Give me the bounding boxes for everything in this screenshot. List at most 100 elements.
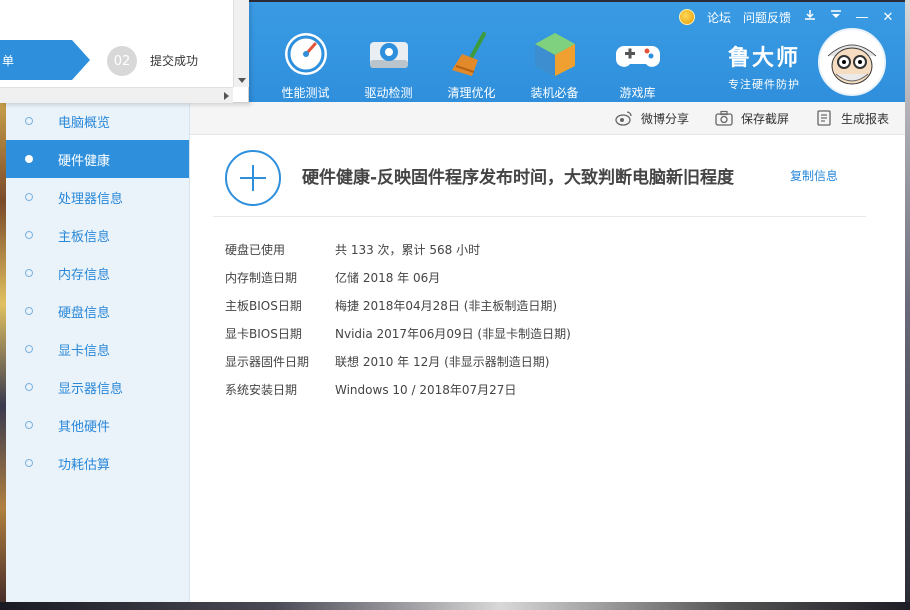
nav-label: 清理优化 xyxy=(447,86,496,100)
info-row: 主板BIOS日期 梅捷 2018年04月28日 (非主板制造日期) xyxy=(225,291,571,319)
camera-icon xyxy=(715,110,733,126)
dialog-horizontal-scrollbar[interactable] xyxy=(0,87,233,103)
sidebar-item-label: 处理器信息 xyxy=(58,191,124,207)
weibo-share-button[interactable]: 微博分享 xyxy=(615,110,689,127)
bullet-icon xyxy=(25,307,33,315)
sidebar-item-label: 硬件健康 xyxy=(58,153,111,169)
info-value: 共 133 次，累计 568 小时 xyxy=(335,242,481,257)
mascot-icon xyxy=(820,30,884,94)
bullet-icon xyxy=(25,269,33,277)
sidebar-item-overview[interactable]: 电脑概览 xyxy=(6,102,189,140)
box-icon xyxy=(534,33,575,76)
close-button[interactable]: ✕ xyxy=(881,10,895,25)
brand-slogan: 专注硬件防护 xyxy=(728,78,800,91)
speedometer-icon xyxy=(284,33,327,75)
step-2-label: 提交成功 xyxy=(150,54,199,68)
info-key: 硬盘已使用 xyxy=(225,242,286,257)
info-row: 硬盘已使用 共 133 次，累计 568 小时 xyxy=(225,235,571,263)
medal-icon[interactable] xyxy=(678,9,695,25)
generate-report-button[interactable]: 生成报表 xyxy=(815,110,889,127)
info-value: Nvidia 2017年06月09日 (非显卡制造日期) xyxy=(335,326,571,341)
info-value: Windows 10 / 2018年07月27日 xyxy=(335,382,517,397)
bullet-icon xyxy=(25,459,33,467)
minimize-button[interactable]: — xyxy=(855,10,869,25)
sidebar-item-power[interactable]: 功耗估算 xyxy=(6,444,189,482)
download-icon[interactable] xyxy=(803,9,817,25)
nav-label: 驱动检测 xyxy=(364,86,413,100)
info-key: 内存制造日期 xyxy=(225,270,298,285)
background-bottom-strip xyxy=(0,602,910,610)
bullet-icon xyxy=(25,421,33,429)
sidebar-item-label: 主板信息 xyxy=(58,229,111,245)
brand-name: 鲁大师 xyxy=(728,46,801,71)
nav-clean-optimize[interactable]: 清理优化 xyxy=(430,30,513,101)
bullet-icon xyxy=(25,117,33,125)
sidebar-item-other[interactable]: 其他硬件 xyxy=(6,406,189,444)
driver-gear-icon xyxy=(369,42,408,68)
sidebar-item-label: 其他硬件 xyxy=(58,419,111,435)
sidebar: 电脑概览 硬件健康 处理器信息 主板信息 内存信息 硬盘信息 显卡信息 显示器信… xyxy=(6,102,190,602)
nav-essentials[interactable]: 装机必备 xyxy=(513,30,596,101)
sidebar-item-hardware-health[interactable]: 硬件健康 xyxy=(6,140,189,178)
nav-label: 性能测试 xyxy=(281,86,330,100)
sidebar-item-memory[interactable]: 内存信息 xyxy=(6,254,189,292)
info-key: 系统安装日期 xyxy=(225,382,298,397)
window-controls: 论坛 问题反馈 — ✕ xyxy=(678,6,895,28)
bullet-icon xyxy=(25,231,33,239)
save-screenshot-button[interactable]: 保存截屏 xyxy=(715,110,789,127)
nav-label: 装机必备 xyxy=(530,86,579,100)
avatar[interactable] xyxy=(818,28,886,96)
sidebar-item-label: 功耗估算 xyxy=(58,457,111,473)
sidebar-item-motherboard[interactable]: 主板信息 xyxy=(6,216,189,254)
info-value: 亿储 2018 年 06月 xyxy=(335,270,441,285)
main-nav: 性能测试 驱动检测 清理优化 装机必备 游戏库 xyxy=(264,30,679,101)
weibo-share-label: 微博分享 xyxy=(640,111,689,126)
info-list: 硬盘已使用 共 133 次，累计 568 小时 内存制造日期 亿储 2018 年 0… xyxy=(225,235,571,403)
menu-down-icon[interactable] xyxy=(829,9,843,25)
nav-game-library[interactable]: 游戏库 xyxy=(596,30,679,101)
info-key: 显卡BIOS日期 xyxy=(225,326,302,341)
scroll-right-icon[interactable] xyxy=(224,92,229,100)
content-toolbar: 微博分享 保存截屏 生成报表 xyxy=(190,102,905,135)
scroll-down-icon[interactable] xyxy=(238,78,246,83)
info-key: 主板BIOS日期 xyxy=(225,298,302,313)
nav-driver-check[interactable]: 驱动检测 xyxy=(347,30,430,101)
weibo-icon xyxy=(615,111,632,126)
page-title: 硬件健康-反映固件程序发布时间，大致判断电脑新旧程度 xyxy=(302,168,735,188)
plus-icon[interactable] xyxy=(225,150,281,206)
dialog-top-area xyxy=(0,0,248,36)
info-key: 显示器固件日期 xyxy=(225,354,310,369)
generate-report-label: 生成报表 xyxy=(840,111,889,126)
background-right-strip xyxy=(905,0,910,610)
copy-info-link[interactable]: 复制信息 xyxy=(790,167,838,184)
divider xyxy=(213,216,866,217)
nav-performance-test[interactable]: 性能测试 xyxy=(264,30,347,101)
sidebar-item-label: 内存信息 xyxy=(58,267,111,283)
bullet-icon xyxy=(25,155,33,163)
gamepad-icon xyxy=(615,46,660,67)
info-value: 联想 2010 年 12月 (非显示器制造日期) xyxy=(335,354,550,369)
info-row: 系统安装日期 Windows 10 / 2018年07月27日 xyxy=(225,375,571,403)
feedback-link[interactable]: 问题反馈 xyxy=(743,9,791,26)
sidebar-item-monitor[interactable]: 显示器信息 xyxy=(6,368,189,406)
step-1-indicator: 单 xyxy=(0,40,90,80)
sidebar-item-processor[interactable]: 处理器信息 xyxy=(6,178,189,216)
sidebar-item-disk[interactable]: 硬盘信息 xyxy=(6,292,189,330)
save-screenshot-label: 保存截屏 xyxy=(740,111,789,126)
bullet-icon xyxy=(25,383,33,391)
main-content: 硬件健康-反映固件程序发布时间，大致判断电脑新旧程度 复制信息 硬盘已使用 共 1… xyxy=(190,135,905,602)
sidebar-item-label: 硬盘信息 xyxy=(58,305,111,321)
info-row: 显示器固件日期 联想 2010 年 12月 (非显示器制造日期) xyxy=(225,347,571,375)
sidebar-item-label: 电脑概览 xyxy=(58,115,111,131)
sidebar-item-label: 显示器信息 xyxy=(58,381,124,397)
info-row: 显卡BIOS日期 Nvidia 2017年06月09日 (非显卡制造日期) xyxy=(225,319,571,347)
broom-icon xyxy=(451,32,486,76)
dialog-vertical-scrollbar[interactable] xyxy=(233,0,249,87)
bullet-icon xyxy=(25,345,33,353)
info-value: 梅捷 2018年04月28日 (非主板制造日期) xyxy=(335,298,558,313)
step-2-number: 02 xyxy=(107,46,137,76)
sidebar-item-graphics[interactable]: 显卡信息 xyxy=(6,330,189,368)
forum-link[interactable]: 论坛 xyxy=(707,9,731,26)
report-icon xyxy=(817,110,831,126)
overlay-dialog: 单 02 提交成功 xyxy=(0,0,249,103)
